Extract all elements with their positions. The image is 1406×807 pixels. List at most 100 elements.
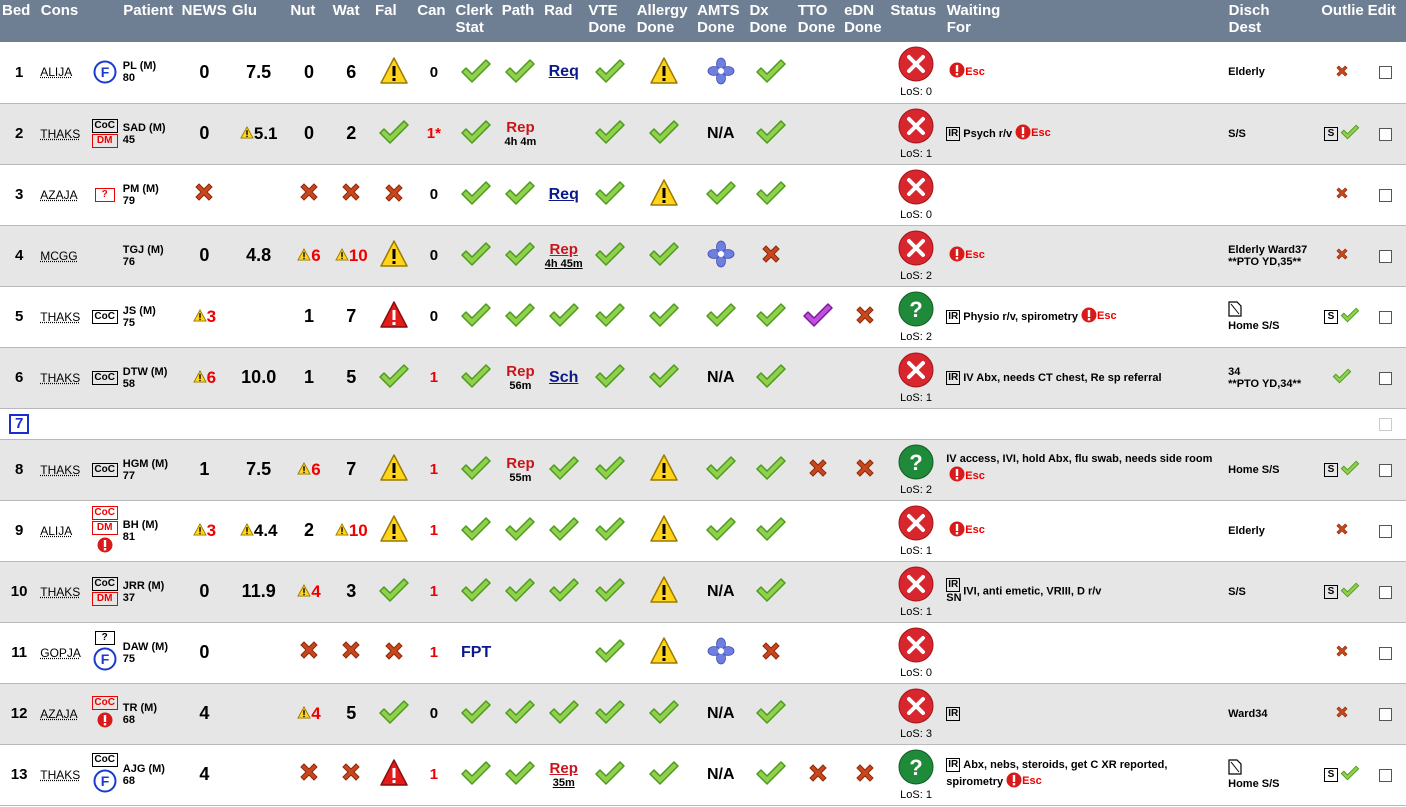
header-status[interactable]: Status bbox=[887, 0, 945, 42]
waiting-cell[interactable]: IR Psych r/v Esc bbox=[944, 103, 1227, 165]
outlier-cell[interactable]: S bbox=[1318, 286, 1366, 348]
nutrition-cell[interactable] bbox=[287, 622, 331, 684]
allergy-cell[interactable] bbox=[634, 103, 695, 165]
amts-cell[interactable] bbox=[694, 500, 747, 562]
edit-checkbox[interactable] bbox=[1378, 463, 1392, 477]
waiting-cell[interactable] bbox=[944, 164, 1227, 226]
clerk-cell[interactable] bbox=[452, 42, 500, 104]
rad-cell[interactable]: Req bbox=[541, 42, 586, 104]
nutrition-cell[interactable]: 1 bbox=[287, 347, 331, 409]
vte-cell[interactable] bbox=[585, 683, 635, 745]
allergy-cell[interactable] bbox=[634, 683, 695, 745]
consultant-link[interactable]: THAKS bbox=[40, 585, 80, 599]
amts-cell[interactable] bbox=[694, 42, 747, 104]
outlier-cell[interactable] bbox=[1318, 42, 1366, 104]
rad-cell[interactable]: Sch bbox=[541, 347, 586, 409]
consultant-link[interactable]: ALIJA bbox=[40, 524, 72, 538]
amts-cell[interactable]: N/A bbox=[694, 744, 747, 806]
edit-checkbox[interactable] bbox=[1378, 310, 1392, 324]
path-cell[interactable]: Rep 55m bbox=[499, 439, 542, 501]
falls-cell[interactable] bbox=[372, 561, 415, 623]
nutrition-cell[interactable] bbox=[287, 164, 331, 226]
news-cell[interactable]: 0 bbox=[179, 225, 230, 287]
outlier-cell[interactable] bbox=[1318, 500, 1366, 562]
waterlow-cell[interactable] bbox=[330, 744, 373, 806]
vte-cell[interactable] bbox=[585, 744, 635, 806]
clerk-cell[interactable]: FPT bbox=[452, 622, 500, 684]
consultant-link[interactable]: ALIJA bbox=[40, 65, 72, 79]
header-fal[interactable]: Fal bbox=[372, 0, 416, 42]
can-cell[interactable]: 1 bbox=[414, 744, 453, 806]
dx-cell[interactable] bbox=[746, 439, 796, 501]
waiting-cell[interactable]: IR Physio r/v, spirometry Esc bbox=[944, 286, 1227, 348]
edit-checkbox[interactable] bbox=[1378, 585, 1392, 599]
allergy-cell[interactable] bbox=[634, 164, 695, 226]
status-question-icon[interactable]: ? bbox=[898, 291, 934, 330]
nutrition-cell[interactable]: 6 bbox=[287, 225, 331, 287]
header-bed[interactable]: Bed bbox=[0, 0, 39, 42]
escalation[interactable]: Esc bbox=[949, 246, 985, 261]
dx-cell[interactable] bbox=[746, 103, 796, 165]
clerk-cell[interactable] bbox=[452, 439, 500, 501]
escalation[interactable]: Esc bbox=[1081, 307, 1117, 322]
rad-cell[interactable] bbox=[541, 683, 586, 745]
edn-cell[interactable] bbox=[841, 622, 888, 684]
edn-cell[interactable] bbox=[841, 225, 888, 287]
patient-cell[interactable]: DTW (M) 58 bbox=[120, 347, 180, 409]
vte-cell[interactable] bbox=[585, 500, 635, 562]
edit-checkbox[interactable] bbox=[1378, 371, 1392, 385]
patient-cell[interactable]: BH (M) 81 bbox=[120, 500, 180, 562]
header-edit[interactable]: Edit bbox=[1365, 0, 1406, 42]
consultant-link[interactable]: THAKS bbox=[40, 371, 80, 385]
news-cell[interactable]: 4 bbox=[179, 683, 230, 745]
rad-cell[interactable]: Rep 4h 45m bbox=[541, 225, 586, 287]
can-cell[interactable]: 0 bbox=[414, 286, 453, 348]
dx-cell[interactable] bbox=[746, 744, 796, 806]
falls-cell[interactable] bbox=[372, 103, 415, 165]
consultant-link[interactable]: THAKS bbox=[40, 768, 80, 782]
amts-cell[interactable]: N/A bbox=[694, 347, 747, 409]
rad-cell[interactable]: Rep 35m bbox=[541, 744, 586, 806]
disch-cell[interactable] bbox=[1226, 622, 1319, 684]
empty-bed-button[interactable]: 7 bbox=[9, 413, 30, 434]
waiting-cell[interactable]: IR bbox=[944, 683, 1227, 745]
tto-cell[interactable] bbox=[795, 439, 842, 501]
tto-cell[interactable] bbox=[795, 347, 842, 409]
escalation[interactable]: Esc bbox=[949, 466, 985, 482]
news-cell[interactable]: 0 bbox=[179, 622, 230, 684]
path-cell[interactable] bbox=[499, 744, 542, 806]
clerk-cell[interactable] bbox=[452, 500, 500, 562]
clerk-cell[interactable] bbox=[452, 683, 500, 745]
status-cell[interactable]: ? LoS: 1 bbox=[887, 744, 945, 806]
tto-cell[interactable] bbox=[795, 500, 842, 562]
path-cell[interactable] bbox=[499, 500, 542, 562]
news-cell[interactable] bbox=[179, 164, 230, 226]
glucose-cell[interactable]: 7.5 bbox=[229, 439, 288, 501]
glucose-cell[interactable]: 4.8 bbox=[229, 225, 288, 287]
waterlow-cell[interactable]: 7 bbox=[330, 439, 373, 501]
falls-cell[interactable] bbox=[372, 683, 415, 745]
status-x-icon[interactable] bbox=[898, 566, 934, 605]
outlier-cell[interactable] bbox=[1318, 622, 1366, 684]
amts-cell[interactable] bbox=[694, 164, 747, 226]
status-cell[interactable]: ? LoS: 2 bbox=[887, 286, 945, 348]
glucose-cell[interactable]: 7.5 bbox=[229, 42, 288, 104]
status-cell[interactable]: LoS: 0 bbox=[887, 164, 945, 226]
dx-cell[interactable] bbox=[746, 42, 796, 104]
header-nut[interactable]: Nut bbox=[287, 0, 331, 42]
path-cell[interactable]: Rep 4h 4m bbox=[499, 103, 542, 165]
vte-cell[interactable] bbox=[585, 622, 635, 684]
consultant-link[interactable]: MCGG bbox=[40, 249, 77, 263]
glucose-cell[interactable] bbox=[229, 164, 288, 226]
vte-cell[interactable] bbox=[585, 164, 635, 226]
edn-cell[interactable] bbox=[841, 164, 888, 226]
nutrition-cell[interactable]: 4 bbox=[287, 683, 331, 745]
consultant-link[interactable]: THAKS bbox=[40, 463, 80, 477]
can-cell[interactable]: 1 bbox=[414, 439, 453, 501]
vte-cell[interactable] bbox=[585, 225, 635, 287]
news-cell[interactable]: 3 bbox=[179, 500, 230, 562]
edn-cell[interactable] bbox=[841, 42, 888, 104]
can-cell[interactable]: 0 bbox=[414, 164, 453, 226]
glucose-cell[interactable] bbox=[229, 744, 288, 806]
allergy-cell[interactable] bbox=[634, 500, 695, 562]
